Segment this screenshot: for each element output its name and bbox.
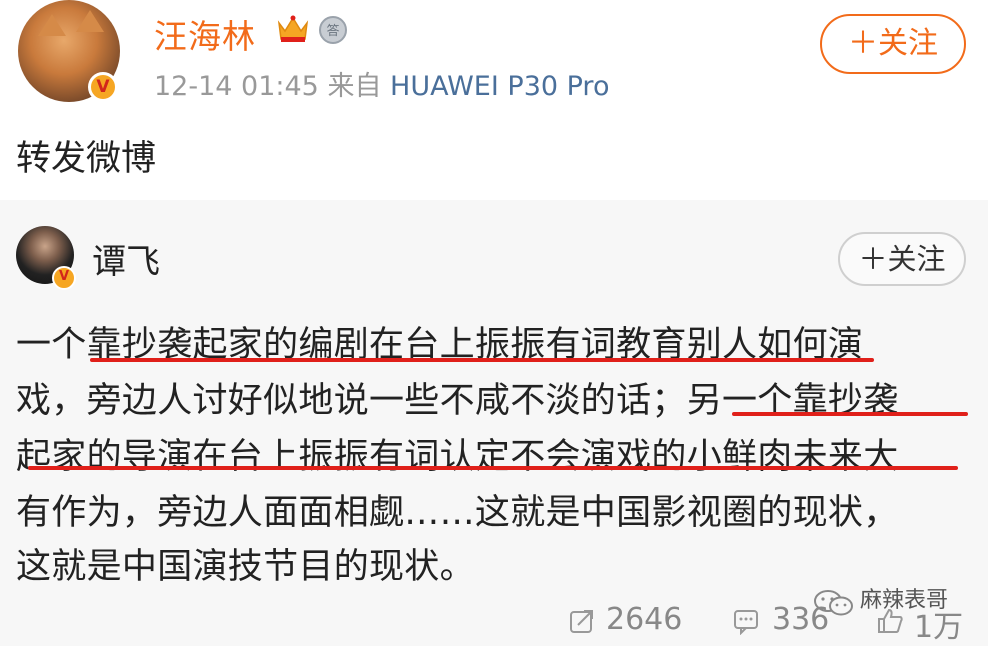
wechat-icon bbox=[814, 590, 853, 616]
follow-original-button[interactable]: ＋关注 bbox=[838, 232, 966, 286]
repost-text: 转发微博 bbox=[16, 139, 157, 179]
post-time: 12-14 01:45 bbox=[154, 71, 319, 102]
repost-icon[interactable] bbox=[568, 607, 596, 635]
verified-badge-icon: V bbox=[52, 266, 76, 290]
post-body-line: 起家的导演在台上振振有词认定不会演戏的小鲜肉未来大 bbox=[16, 437, 899, 477]
verified-badge-icon: V bbox=[88, 72, 118, 102]
medal-icon[interactable]: 答 bbox=[316, 13, 350, 45]
avatar-ear-left bbox=[38, 14, 66, 36]
original-author-name[interactable]: 谭飞 bbox=[92, 234, 160, 283]
comment-icon[interactable] bbox=[732, 607, 760, 635]
post-body-line: 这就是中国演技节目的现状。 bbox=[16, 547, 475, 587]
original-post-card[interactable]: V 谭飞 ＋关注 一个靠抄袭起家的编剧在台上振振有词教育别人如何演 戏，旁边人讨… bbox=[0, 200, 988, 646]
post-body-line: 有作为，旁边人面面相觑……这就是中国影视圈的现状， bbox=[16, 493, 899, 533]
follow-button[interactable]: ＋关注 bbox=[820, 14, 966, 74]
highlight-underline bbox=[90, 358, 874, 362]
post-meta: 12-14 01:45 来自 HUAWEI P30 Pro bbox=[154, 64, 609, 103]
like-icon[interactable] bbox=[876, 607, 904, 635]
medal-label: 答 bbox=[326, 23, 339, 39]
repost-count[interactable]: 2646 bbox=[606, 602, 682, 637]
crown-icon[interactable] bbox=[276, 13, 310, 45]
like-count[interactable]: 1万 bbox=[914, 602, 963, 646]
post-header: V 汪海林 答 12-14 01:45 来自 HUAWEI P30 Pro ＋关… bbox=[0, 0, 988, 200]
highlight-underline bbox=[28, 466, 958, 470]
username[interactable]: 汪海林 bbox=[154, 10, 256, 58]
device-link[interactable]: HUAWEI P30 Pro bbox=[390, 71, 609, 102]
source-prefix: 来自 bbox=[327, 71, 382, 102]
avatar-ear-right bbox=[76, 10, 104, 32]
highlight-underline bbox=[732, 412, 968, 416]
